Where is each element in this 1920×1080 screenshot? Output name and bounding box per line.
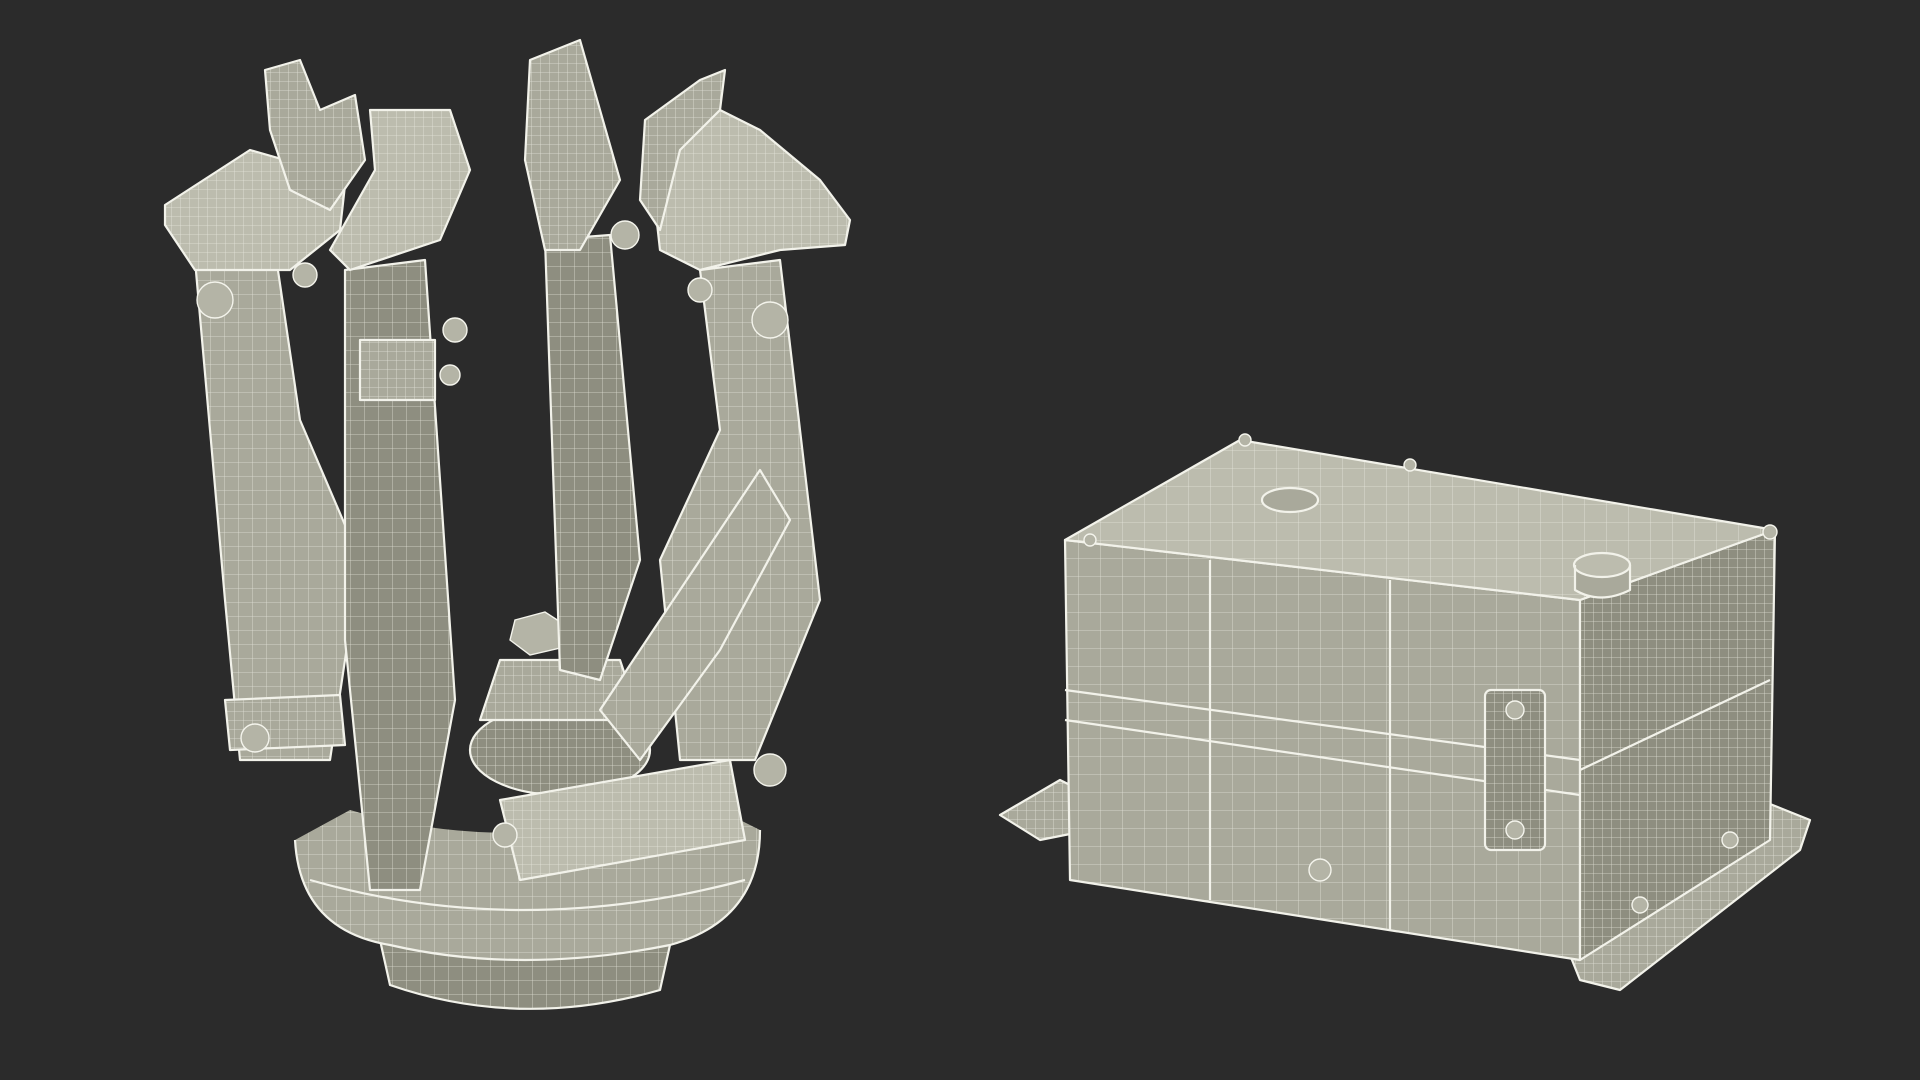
gripper-finger-rear-center — [523, 38, 642, 682]
control-box-connector-port — [1483, 688, 1547, 852]
gripper-finger-left — [163, 58, 367, 762]
control-box-cap — [1572, 551, 1632, 599]
control-box-model — [998, 433, 1812, 992]
render-viewport — [0, 0, 1920, 1080]
gripper-finger-left-inner — [328, 108, 472, 892]
robotic-gripper-model — [163, 38, 852, 1010]
scene-canvas — [163, 38, 1812, 1010]
